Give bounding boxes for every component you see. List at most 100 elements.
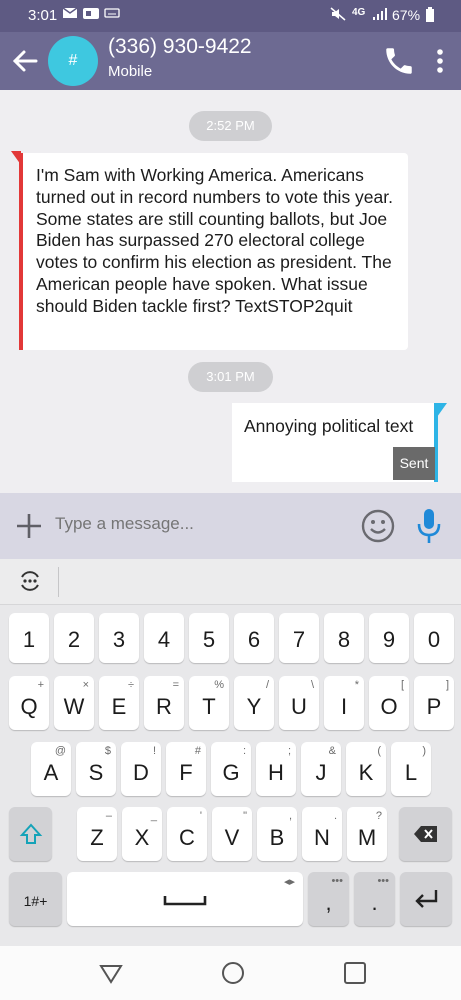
letter-key[interactable]: + Q [9,676,49,730]
letter-key[interactable]: / Y [234,676,274,730]
number-key[interactable]: 1 [9,613,49,663]
key-secondary-symbol: " [243,810,247,822]
incoming-message-text: I'm Sam with Working America. Americans … [36,165,393,316]
nav-back-icon[interactable] [98,960,124,986]
battery-percent: 67% [392,7,421,23]
number-key[interactable]: 6 [234,613,274,663]
letter-key[interactable]: .N [302,807,342,861]
key-label: 9 [382,627,396,652]
key-label: 4 [157,627,171,652]
key-label: W [63,694,85,719]
keyboard: 1 2 3 4 5 6 7 8 9 0 + Q × W ÷ E = R% T / Y \ U * I[O] P @ A $ S! D # F: G… [0,605,461,946]
timestamp-divider: 3:01 PM [188,362,273,392]
key-label: 5 [202,627,216,652]
letter-key[interactable]: × W [54,676,94,730]
contact-avatar[interactable]: # [48,36,98,86]
letter-key[interactable]: – Z [77,807,117,861]
key-label: P [426,694,442,719]
letter-key[interactable]: ? M [347,807,387,861]
enter-key[interactable] [400,872,452,926]
letter-key[interactable]: * I [324,676,364,730]
letter-key[interactable]: ) L [391,742,431,796]
message-list[interactable]: 2:52 PM I'm Sam with Working America. Am… [0,90,461,493]
letter-key[interactable]: = R [144,676,184,730]
letter-key[interactable]: [O [369,676,409,730]
mic-icon[interactable] [414,505,444,547]
contact-number: (336) 930-9422 [108,35,252,58]
key-label: N [314,825,330,850]
key-secondary-symbol: ) [422,745,426,757]
key-secondary-symbol: . [333,810,337,822]
nav-recents-icon[interactable] [342,960,368,986]
backspace-key[interactable] [399,807,452,861]
key-secondary-symbol: + [37,679,44,691]
key-secondary-symbol: [ [400,679,404,691]
phone-icon[interactable] [382,44,416,78]
letter-key[interactable]: ÷ E [99,676,139,730]
app-notification-icon [82,7,100,23]
key-label: O [380,694,398,719]
letter-key[interactable]: $ S [76,742,116,796]
letter-key[interactable]: (K [346,742,386,796]
emoji-icon[interactable] [360,508,396,544]
letter-key[interactable]: ; H [256,742,296,796]
letter-key[interactable]: & J [301,742,341,796]
key-label: 7 [292,627,306,652]
number-key[interactable]: 8 [324,613,364,663]
letter-key[interactable]: # F [166,742,206,796]
symbols-key[interactable]: 1#+ [9,872,62,926]
key-label: 1 [22,627,36,652]
number-key[interactable]: 5 [189,613,229,663]
key-label: E [111,694,127,719]
period-key[interactable]: ••• . [354,872,395,926]
space-bar-icon [163,896,207,906]
key-secondary-symbol: _ [150,810,157,822]
letter-key[interactable]: @ A [31,742,71,796]
number-key[interactable]: 3 [99,613,139,663]
key-secondary-symbol: : [242,745,246,757]
mute-icon [330,7,346,24]
letter-key[interactable]: :G [211,742,251,796]
number-key[interactable]: 9 [369,613,409,663]
signal-icon [372,7,388,24]
letter-key[interactable]: % T [189,676,229,730]
letter-key[interactable]: ' C [167,807,207,861]
key-secondary-symbol: – [105,810,112,822]
space-key[interactable]: ◂▸ [67,872,303,926]
number-key[interactable]: 4 [144,613,184,663]
number-key[interactable]: 2 [54,613,94,663]
toolbar-divider [58,567,59,597]
screen: { "status":{"time":"3:01","battery":"67%… [0,0,461,1000]
shift-icon [19,823,43,844]
key-secondary-symbol: = [172,679,179,691]
key-label: 8 [337,627,351,652]
outgoing-message-bubble[interactable]: Annoying political text Sent [232,403,447,482]
back-arrow-icon[interactable] [8,44,42,78]
keyboard-settings-icon[interactable] [16,567,44,595]
incoming-message-bubble[interactable]: I'm Sam with Working America. Americans … [11,151,408,350]
number-key[interactable]: 0 [414,613,454,663]
outgoing-bubble-tail [437,403,447,417]
status-bar: 3:01 4G 67% [0,0,461,32]
letter-key[interactable]: ,B [257,807,297,861]
letter-key[interactable]: ] P [414,676,454,730]
shift-key[interactable] [9,807,52,861]
letter-key[interactable]: " V [212,807,252,861]
key-label: U [291,694,307,719]
key-secondary-symbol: * [354,679,359,691]
letter-key[interactable]: _ X [122,807,162,861]
message-input[interactable] [55,514,325,534]
key-secondary-symbol: % [214,679,224,691]
plus-icon[interactable] [14,511,44,541]
backspace-icon [414,826,437,842]
more-vert-icon[interactable] [428,44,452,78]
nav-home-icon[interactable] [220,960,246,986]
status-time: 3:01 [28,7,58,24]
comma-key[interactable]: ••• , [308,872,349,926]
letter-key[interactable]: ! D [121,742,161,796]
keyboard-toolbar [0,559,461,605]
letter-key[interactable]: \ U [279,676,319,730]
key-label: I [340,694,348,719]
number-key[interactable]: 7 [279,613,319,663]
key-label: M [357,825,377,850]
